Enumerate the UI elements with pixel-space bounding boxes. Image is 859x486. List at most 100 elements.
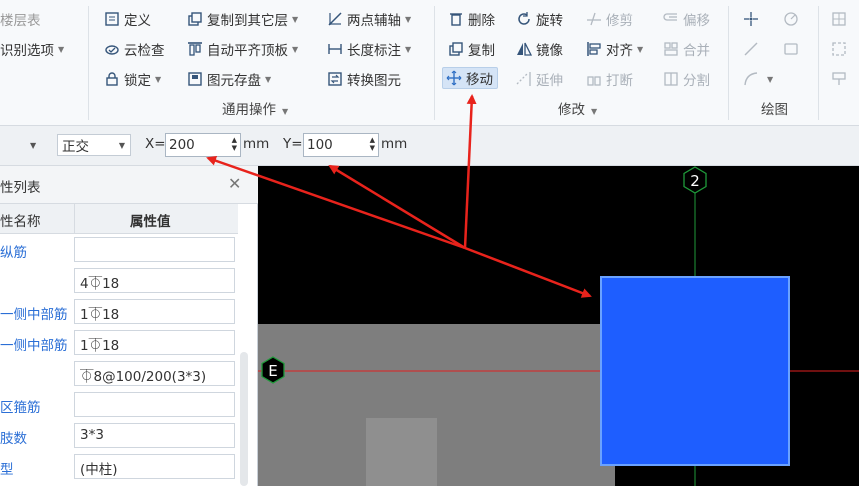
extend-label: 延伸 bbox=[536, 73, 563, 89]
offset-button[interactable]: 偏移 bbox=[662, 8, 710, 30]
identify-options-button[interactable]: 识别选项 ▼ bbox=[0, 38, 64, 60]
table-row: 肢数 3*3 bbox=[0, 420, 238, 451]
arc-icon bbox=[742, 70, 760, 88]
x-offset-input[interactable]: 200 ▲ ▼ bbox=[165, 133, 241, 157]
draw-line-button[interactable] bbox=[742, 38, 763, 60]
property-value-field[interactable]: 1⏁18 bbox=[74, 299, 235, 324]
property-value-field[interactable]: 1⏁18 bbox=[74, 330, 235, 355]
group-label-modify[interactable]: 修改 ▼ bbox=[558, 98, 597, 118]
cloud-check-label: 云检查 bbox=[124, 43, 165, 59]
property-value-field[interactable]: 4⏁18 bbox=[74, 268, 235, 293]
align-label: 对齐 bbox=[606, 43, 633, 59]
coordinate-toolbar: ▼ 正交 ▼ X= 200 ▲ ▼ mm Y= 100 ▲ ▼ mm bbox=[0, 126, 859, 166]
property-name: 型 bbox=[0, 462, 14, 478]
extra-tool-2-button[interactable] bbox=[830, 38, 851, 60]
draw-arc-button[interactable]: ▼ bbox=[742, 68, 773, 90]
define-button[interactable]: 定义 bbox=[103, 8, 151, 30]
extra-tool-1-button[interactable] bbox=[830, 8, 851, 30]
draw-label: 绘图 bbox=[761, 102, 788, 118]
copy-to-layer-label: 复制到其它层 bbox=[207, 13, 288, 29]
lock-button[interactable]: 锁定 ▼ bbox=[103, 68, 161, 90]
copy-icon bbox=[447, 40, 465, 58]
property-value-field[interactable]: 3*3 bbox=[74, 423, 235, 448]
floor-table-button[interactable]: 楼层表 bbox=[0, 8, 41, 30]
axis-e-label: E bbox=[268, 362, 277, 380]
ribbon-toolbar: 楼层表 识别选项 ▼ 定义 云检查 锁定 ▼ 复制到其它层 ▼ 自动平齐顶板 ▼ 图元存… bbox=[0, 0, 859, 126]
y-offset-input[interactable]: 100 ▲ ▼ bbox=[303, 133, 379, 157]
move-button[interactable]: 移动 bbox=[442, 67, 498, 89]
snap-mode-dropdown-left[interactable]: ▼ bbox=[30, 134, 36, 156]
column-header-value: 属性值 bbox=[130, 214, 171, 230]
break-icon bbox=[585, 70, 603, 88]
draw-point-button[interactable] bbox=[742, 8, 763, 30]
identify-options-label: 识别选项 bbox=[0, 43, 54, 59]
length-dimension-label: 长度标注 bbox=[347, 43, 401, 59]
extend-button[interactable]: 延伸 bbox=[515, 68, 563, 90]
merge-label: 合并 bbox=[683, 43, 710, 59]
chevron-down-icon: ▼ bbox=[118, 140, 125, 150]
panel-scrollbar[interactable] bbox=[240, 352, 248, 486]
property-name: 一侧中部筋 bbox=[0, 338, 68, 354]
convert-element-icon bbox=[326, 70, 344, 88]
split-label: 分割 bbox=[683, 73, 710, 89]
split-button[interactable]: 分割 bbox=[662, 68, 710, 90]
frame-icon bbox=[830, 40, 848, 58]
chevron-down-icon: ▼ bbox=[405, 44, 412, 54]
copy-to-layer-button[interactable]: 复制到其它层 ▼ bbox=[186, 8, 298, 30]
align-button[interactable]: 对齐 ▼ bbox=[585, 38, 643, 60]
table-row: 4⏁18 bbox=[0, 265, 238, 296]
cloud-check-button[interactable]: 云检查 bbox=[103, 38, 165, 60]
gray-element bbox=[366, 418, 437, 486]
copy-button[interactable]: 复制 bbox=[447, 38, 495, 60]
two-point-axis-button[interactable]: 两点辅轴 ▼ bbox=[326, 8, 411, 30]
x-offset-value: 200 bbox=[169, 137, 195, 153]
close-icon[interactable]: ✕ bbox=[228, 174, 241, 193]
align-icon bbox=[585, 40, 603, 58]
table-row: 一侧中部筋 1⏁18 bbox=[0, 327, 238, 358]
element-storage-label: 图元存盘 bbox=[207, 73, 261, 89]
define-icon bbox=[103, 10, 121, 28]
break-button[interactable]: 打断 bbox=[585, 68, 633, 90]
y-unit-label: mm bbox=[381, 136, 408, 152]
orthogonal-mode-label: 正交 bbox=[62, 139, 89, 155]
table-row: 区箍筋 bbox=[0, 389, 238, 420]
property-value-field[interactable]: (中柱) bbox=[74, 454, 235, 479]
x-offset-label: X= bbox=[145, 136, 166, 152]
draw-circle-button[interactable] bbox=[782, 8, 803, 30]
extra-tool-3-button[interactable] bbox=[830, 68, 851, 90]
element-storage-button[interactable]: 图元存盘 ▼ bbox=[186, 68, 271, 90]
property-value-field[interactable]: ⏁8@100/200(3*3) bbox=[74, 361, 235, 386]
delete-button[interactable]: 删除 bbox=[447, 8, 495, 30]
extend-icon bbox=[515, 70, 533, 88]
trim-button[interactable]: 修剪 bbox=[585, 8, 633, 30]
length-dimension-button[interactable]: 长度标注 ▼ bbox=[326, 38, 411, 60]
property-value-field[interactable] bbox=[74, 237, 235, 262]
ribbon-divider bbox=[728, 6, 729, 120]
chevron-down-icon: ▼ bbox=[292, 14, 299, 24]
orthogonal-mode-dropdown[interactable]: 正交 ▼ bbox=[57, 134, 131, 156]
draw-rect-button[interactable] bbox=[782, 38, 803, 60]
rotate-label: 旋转 bbox=[536, 13, 563, 29]
group-label-general-ops[interactable]: 通用操作 ▼ bbox=[222, 98, 288, 118]
two-point-axis-icon bbox=[326, 10, 344, 28]
circle-icon bbox=[782, 10, 800, 28]
auto-align-top-button[interactable]: 自动平齐顶板 ▼ bbox=[186, 38, 298, 60]
rotate-button[interactable]: 旋转 bbox=[515, 8, 563, 30]
spinner-arrows-icon[interactable]: ▲ ▼ bbox=[232, 136, 237, 152]
y-offset-value: 100 bbox=[307, 137, 333, 153]
table-row: ⏁8@100/200(3*3) bbox=[0, 358, 238, 389]
drawing-canvas[interactable]: 2 E bbox=[258, 166, 859, 486]
merge-button[interactable]: 合并 bbox=[662, 38, 710, 60]
property-table-header: 性名称 属性值 bbox=[0, 204, 238, 234]
chevron-down-icon: ▼ bbox=[58, 44, 65, 54]
mirror-button[interactable]: 镜像 bbox=[515, 38, 563, 60]
trim-label: 修剪 bbox=[606, 13, 633, 29]
spinner-arrows-icon[interactable]: ▲ ▼ bbox=[370, 136, 375, 152]
break-label: 打断 bbox=[606, 73, 633, 89]
move-label: 移动 bbox=[466, 72, 493, 88]
convert-element-button[interactable]: 转换图元 bbox=[326, 68, 401, 90]
mirror-label: 镜像 bbox=[536, 43, 563, 59]
property-value-field[interactable] bbox=[74, 392, 235, 417]
trash-icon bbox=[447, 10, 465, 28]
column-element[interactable] bbox=[600, 276, 790, 466]
